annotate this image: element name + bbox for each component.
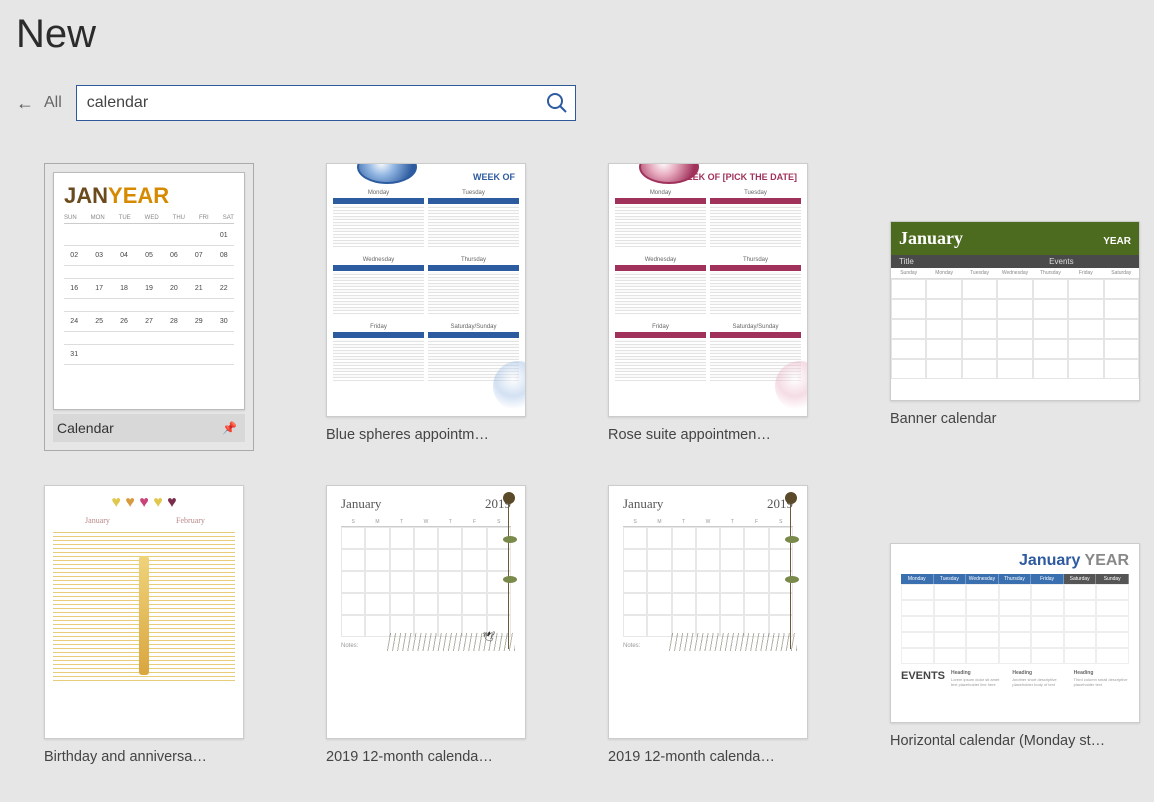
search-box[interactable]: [76, 85, 576, 121]
template-thumbnail[interactable]: JanuaryYEAR TitleEvents SundayMondayTues…: [890, 221, 1140, 401]
template-thumbnail[interactable]: January YEAR MondayTuesdayWednesdayThurs…: [890, 543, 1140, 723]
template-label: Calendar: [57, 420, 114, 436]
template-label: Banner calendar: [890, 411, 1130, 427]
template-thumbnail[interactable]: WEEK OF [PICK THE DATE] MondayTuesdayWed…: [608, 163, 808, 417]
pin-icon[interactable]: 📌: [222, 421, 237, 435]
template-thumbnail[interactable]: January2019 SMTWTFS Notes: 🕊: [326, 485, 526, 739]
template-thumbnail[interactable]: JANYEAR SUNMONTUEWEDTHUFRISAT 0102030405…: [53, 172, 245, 410]
template-card[interactable]: WEEK OF [PICK THE DATE] MondayTuesdayWed…: [608, 163, 858, 451]
page-title: New: [16, 12, 1138, 57]
back-arrow-icon[interactable]: ←: [16, 93, 34, 114]
search-icon[interactable]: [545, 91, 569, 115]
search-row: ← All: [16, 85, 1138, 121]
template-thumbnail[interactable]: ♥ ♥ ♥ ♥ ♥ January February: [44, 485, 244, 739]
template-thumbnail[interactable]: WEEK OF MondayTuesdayWednesdayThursdayFr…: [326, 163, 526, 417]
template-card[interactable]: ♥ ♥ ♥ ♥ ♥ January February Birthday and …: [44, 485, 294, 765]
template-label: Horizontal calendar (Monday st…: [890, 733, 1130, 749]
template-label: Blue spheres appointm…: [326, 427, 566, 443]
template-label: Rose suite appointmen…: [608, 427, 848, 443]
template-grid: JANYEAR SUNMONTUEWEDTHUFRISAT 0102030405…: [16, 163, 1138, 765]
template-card[interactable]: WEEK OF MondayTuesdayWednesdayThursdayFr…: [326, 163, 576, 451]
template-card[interactable]: January YEAR MondayTuesdayWednesdayThurs…: [890, 485, 1140, 765]
template-card[interactable]: January2019 SMTWTFS Notes: 2019 12-month…: [608, 485, 858, 765]
search-input[interactable]: [87, 94, 545, 112]
template-label: 2019 12-month calenda…: [608, 749, 848, 765]
filter-all-label[interactable]: All: [44, 94, 62, 112]
template-label: 2019 12-month calenda…: [326, 749, 566, 765]
template-card[interactable]: January2019 SMTWTFS Notes: 🕊 2019 12-mon…: [326, 485, 576, 765]
template-card[interactable]: JANYEAR SUNMONTUEWEDTHUFRISAT 0102030405…: [44, 163, 294, 451]
template-label: Birthday and anniversa…: [44, 749, 284, 765]
template-thumbnail[interactable]: January2019 SMTWTFS Notes:: [608, 485, 808, 739]
template-card[interactable]: JanuaryYEAR TitleEvents SundayMondayTues…: [890, 163, 1140, 451]
